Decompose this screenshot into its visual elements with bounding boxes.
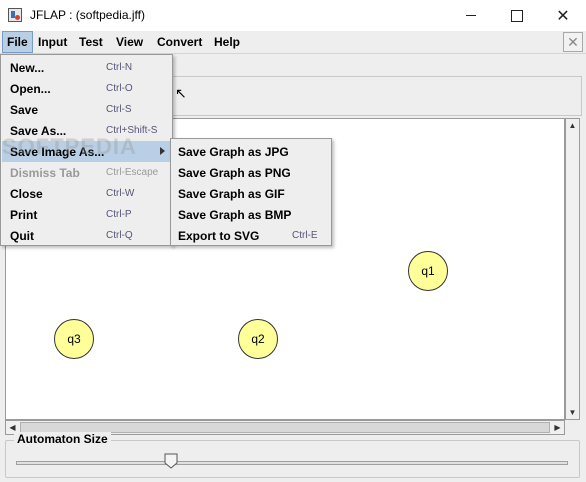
menu-item-label: Save Graph as BMP <box>178 208 292 222</box>
file-menu-dropdown: New... Ctrl-N Open... Ctrl-O Save Ctrl-S… <box>0 54 173 246</box>
menu-item-label: Dismiss Tab <box>10 166 80 180</box>
menu-item-print[interactable]: Print Ctrl-P <box>2 204 171 225</box>
menu-item-label: Open... <box>10 82 51 96</box>
state-q2[interactable]: q2 <box>238 319 278 359</box>
menu-item-label: Save Graph as PNG <box>178 166 291 180</box>
menu-item-save-gif[interactable]: Save Graph as GIF <box>172 183 330 204</box>
menu-item-shortcut: Ctrl+Shift-S <box>106 125 158 136</box>
automaton-size-group: Automaton Size <box>5 432 580 478</box>
scroll-right-icon[interactable]: ▶ <box>551 421 564 434</box>
scroll-down-icon[interactable]: ▼ <box>566 406 579 419</box>
close-window-button[interactable]: ✕ <box>540 0 586 31</box>
automaton-size-slider-thumb[interactable] <box>164 453 178 469</box>
menu-view[interactable]: View <box>112 31 147 53</box>
maximize-icon <box>511 9 523 22</box>
menu-item-save-bmp[interactable]: Save Graph as BMP <box>172 204 330 225</box>
state-q1[interactable]: q1 <box>408 251 448 291</box>
minimize-button[interactable] <box>448 0 494 31</box>
menu-item-label: Save <box>10 103 39 117</box>
menu-item-label: Print <box>10 208 38 222</box>
menu-item-label: New... <box>10 61 45 75</box>
minimize-icon <box>466 15 476 16</box>
state-q3[interactable]: q3 <box>54 319 94 359</box>
menu-item-label: Close <box>10 187 43 201</box>
menu-item-save-png[interactable]: Save Graph as PNG <box>172 162 330 183</box>
menu-item-save[interactable]: Save Ctrl-S <box>2 99 171 120</box>
menu-item-shortcut: Ctrl-E <box>292 230 318 241</box>
menu-bar: File Input Test View Convert Help ✕ <box>0 31 586 54</box>
close-icon: ✕ <box>556 7 570 25</box>
menu-item-label: Save As... <box>10 124 67 138</box>
menu-item-shortcut: Ctrl-Q <box>106 230 133 241</box>
menu-item-open[interactable]: Open... Ctrl-O <box>2 78 171 99</box>
menu-item-export-svg[interactable]: Export to SVG Ctrl-E <box>172 225 330 246</box>
menu-item-shortcut: Ctrl-W <box>106 188 135 199</box>
menu-item-save-as[interactable]: Save As... Ctrl+Shift-S <box>2 120 171 141</box>
menu-item-save-jpg[interactable]: Save Graph as JPG <box>172 141 330 162</box>
automaton-size-label: Automaton Size <box>14 432 111 446</box>
maximize-button[interactable] <box>494 0 540 31</box>
scroll-up-icon[interactable]: ▲ <box>566 119 579 132</box>
menu-item-shortcut: Ctrl-O <box>106 83 133 94</box>
close-icon: ✕ <box>567 34 579 50</box>
menu-test[interactable]: Test <box>75 31 107 53</box>
menu-item-label: Save Graph as GIF <box>178 187 285 201</box>
menu-item-new[interactable]: New... Ctrl-N <box>2 57 171 78</box>
menu-item-dismiss-tab: Dismiss Tab Ctrl-Escape <box>2 162 171 183</box>
dismiss-tab-button[interactable]: ✕ <box>563 32 583 52</box>
menu-item-shortcut: Ctrl-Escape <box>106 167 159 178</box>
save-image-submenu: Save Graph as JPG Save Graph as PNG Save… <box>170 138 332 246</box>
menu-item-shortcut: Ctrl-N <box>106 62 133 73</box>
jflap-app-icon <box>8 8 22 22</box>
title-bar: JFLAP : (softpedia.jff) ✕ <box>0 0 586 31</box>
menu-item-save-image-as[interactable]: Save Image As... <box>2 141 171 162</box>
menu-item-label: Save Image As... <box>10 145 105 159</box>
menu-item-quit[interactable]: Quit Ctrl-Q <box>2 225 171 246</box>
menu-item-close[interactable]: Close Ctrl-W <box>2 183 171 204</box>
chevron-right-icon <box>160 147 165 155</box>
menu-convert[interactable]: Convert <box>153 31 206 53</box>
menu-item-label: Save Graph as JPG <box>178 145 289 159</box>
menu-item-shortcut: Ctrl-S <box>106 104 132 115</box>
attribute-editor-tool-icon[interactable]: ↖ <box>175 85 187 102</box>
menu-item-shortcut: Ctrl-P <box>106 209 132 220</box>
menu-item-label: Export to SVG <box>178 229 260 243</box>
window-title: JFLAP : (softpedia.jff) <box>30 8 145 22</box>
automaton-size-slider-track[interactable] <box>16 461 568 465</box>
vertical-scrollbar[interactable]: ▲ ▼ <box>565 118 580 420</box>
menu-file[interactable]: File <box>2 31 33 53</box>
menu-input[interactable]: Input <box>34 31 71 53</box>
menu-item-label: Quit <box>10 229 34 243</box>
menu-help[interactable]: Help <box>210 31 244 53</box>
